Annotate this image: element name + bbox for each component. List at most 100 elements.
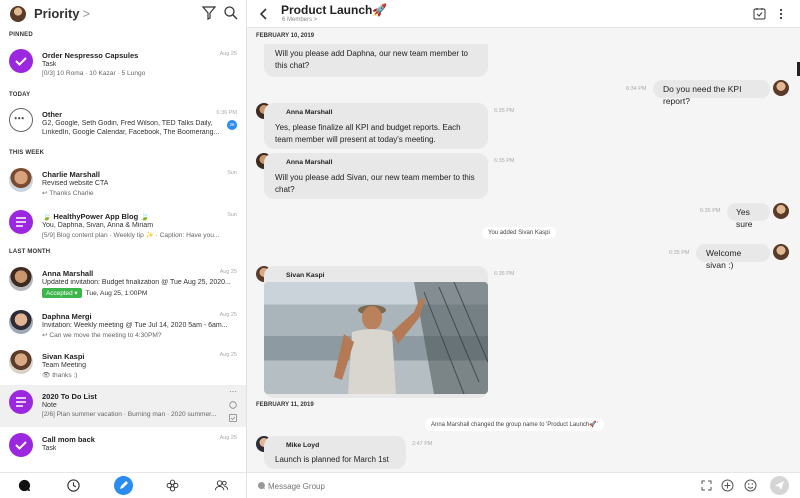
item-time: Aug 25	[219, 51, 237, 57]
list-item[interactable]: Charlie Marshall Revised website CTA ↩ T…	[0, 163, 246, 203]
item-name: Order Nespresso Capsules	[42, 51, 139, 60]
list-icon	[16, 397, 26, 407]
check-icon	[15, 441, 27, 450]
list-header: Priority >	[0, 0, 246, 28]
list-item[interactable]: Order Nespresso Capsules Task [0/3] 10 R…	[0, 44, 246, 84]
message-bubble[interactable]: Anna Marshall Yes, please finalize all KP…	[264, 103, 488, 149]
item-line2: [2/6] Plan summer vacation · Burning man…	[42, 411, 217, 418]
member-count[interactable]: 6 Members >	[282, 17, 317, 23]
chat-header: Product Launch🚀 6 Members >	[247, 0, 800, 28]
message-bubble[interactable]: Anna Marshall Will you please add Sivan, …	[264, 153, 488, 199]
contact-avatar	[9, 310, 33, 334]
message-composer	[247, 472, 800, 498]
send-button[interactable]	[770, 476, 789, 495]
item-line2: Accepted ▾ Tue, Aug 25, 1:00PM	[42, 288, 147, 298]
item-line1: Task	[42, 445, 57, 452]
message-icon	[257, 482, 265, 489]
chat-title[interactable]: Product Launch🚀	[281, 3, 387, 17]
item-time: Sun	[227, 212, 237, 218]
chevron-right-icon: >	[82, 6, 91, 21]
filter-icon[interactable]	[201, 5, 217, 21]
list-item[interactable]: Anna Marshall Updated invitation: Budget…	[0, 262, 246, 304]
item-name: Other	[42, 110, 63, 119]
list-item[interactable]: Other G2, Google, Seth Godin, Fred Wilso…	[0, 103, 246, 143]
message-bubble[interactable]: Welcome sivan :)	[696, 244, 770, 270]
task-avatar	[9, 433, 33, 457]
note-avatar	[9, 390, 33, 414]
item-time: Aug 25	[219, 312, 237, 318]
list-icon	[16, 217, 26, 227]
item-time: Sun	[227, 170, 237, 176]
section-pinned: PINNED	[9, 32, 33, 38]
list-title[interactable]: Priority >	[34, 6, 90, 21]
sender-name: Mike Loyd	[286, 442, 320, 449]
pen-icon	[120, 481, 128, 489]
list-item[interactable]: 2020 To Do List Note [2/6] Plan summer v…	[0, 385, 246, 427]
item-line1: Note	[42, 402, 57, 409]
compose-button[interactable]	[114, 476, 133, 495]
shared-photo[interactable]	[264, 282, 488, 394]
item-name: Charlie Marshall	[42, 170, 100, 179]
item-line2: 👁 thanks :)	[42, 372, 78, 379]
item-line2: LinkedIn, Google Calendar, Facebook, The…	[42, 129, 220, 136]
user-avatar[interactable]	[10, 6, 26, 22]
item-line2: [5/9] Blog content plan · Weekly tip ✨ ·…	[42, 232, 220, 239]
message-time: 6:34 PM	[626, 86, 647, 92]
other-avatar	[9, 108, 33, 132]
item-line1: G2, Google, Seth Godin, Fred Wilson, TED…	[42, 120, 213, 127]
item-name: Call mom back	[42, 435, 95, 444]
message-input[interactable]	[268, 478, 568, 494]
list-item[interactable]: Sivan Kaspi Team Meeting 👁 thanks :) Aug…	[0, 345, 246, 385]
contact-avatar	[9, 350, 33, 374]
back-arrow-icon[interactable]	[258, 7, 270, 21]
section-this-week: THIS WEEK	[9, 150, 45, 156]
photo-content	[334, 282, 488, 394]
item-line2: ↩ Thanks Charlie	[42, 190, 94, 197]
section-last-month: LAST MONTH	[9, 249, 51, 255]
more-vertical-icon[interactable]	[778, 7, 784, 21]
message-bubble[interactable]: Will you please add Daphna, our new team…	[264, 44, 488, 77]
sender-name: Anna Marshall	[286, 109, 333, 116]
task-avatar	[9, 49, 33, 73]
expand-icon[interactable]	[701, 480, 712, 491]
check-icon	[15, 57, 27, 66]
sender-name: Sivan Kaspi	[286, 272, 325, 279]
message-time: 2:47 PM	[412, 441, 433, 447]
message-time: 6:35 PM	[669, 250, 690, 256]
message-time: 6:35 PM	[494, 271, 515, 277]
date-separator: FEBRUARY 10, 2019	[256, 33, 315, 39]
calendar-check-icon[interactable]	[753, 7, 766, 20]
send-icon	[775, 481, 784, 490]
message-time: 6:35 PM	[494, 158, 515, 164]
emoji-icon[interactable]	[744, 479, 757, 492]
flower-icon[interactable]	[165, 478, 180, 493]
checkbox-icon[interactable]	[229, 414, 237, 422]
system-message: Anna Marshall changed the group name to …	[425, 418, 604, 431]
message-bubble[interactable]: Do you need the KPI report?	[653, 80, 770, 106]
contacts-icon[interactable]	[214, 478, 229, 493]
unread-badge: 26	[227, 120, 237, 130]
item-line1: Revised website CTA	[42, 180, 109, 187]
list-item[interactable]: Call mom back Task Aug 25	[0, 428, 246, 468]
message-bubble[interactable]: Yes sure	[727, 203, 770, 229]
accepted-badge[interactable]: Accepted ▾	[42, 288, 82, 298]
more-options-icon[interactable]: ···	[229, 387, 237, 396]
add-icon[interactable]	[721, 479, 734, 492]
list-item[interactable]: Daphna Mergi Invitation: Weekly meeting …	[0, 305, 246, 345]
my-avatar	[773, 244, 789, 260]
item-line2: ↩ Can we move the meeting to 4:30PM?	[42, 332, 162, 339]
item-line1: Task	[42, 61, 57, 68]
search-icon[interactable]	[223, 5, 239, 21]
item-name: 2020 To Do List	[42, 392, 97, 401]
list-item[interactable]: 🍃 HealthyPower App Blog 🍃 You, Daphna, S…	[0, 205, 246, 245]
bottom-nav	[0, 472, 246, 498]
circle-toggle-icon[interactable]	[229, 401, 237, 409]
contact-avatar	[9, 267, 33, 291]
message-time: 6:35 PM	[700, 208, 721, 214]
clock-icon[interactable]	[66, 478, 81, 493]
system-message: You added Sivan Kaspi	[482, 227, 556, 239]
chat-bubble-icon[interactable]	[17, 478, 32, 493]
message-bubble[interactable]: Mike Loyd Launch is planned for March 1st	[264, 436, 406, 469]
item-name: Sivan Kaspi	[42, 352, 85, 361]
item-time: Aug 25	[219, 435, 237, 441]
